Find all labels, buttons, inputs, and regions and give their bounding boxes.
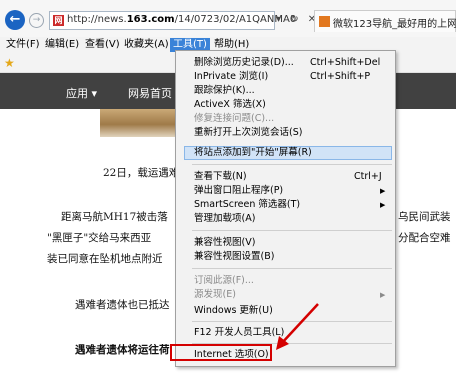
menu-item-delete-history[interactable]: 删除浏览历史记录(D)... (194, 57, 294, 69)
article-paragraph-2c: 装已同意在坠机地点附近 (47, 253, 163, 265)
shortcut-delete-history: Ctrl+Shift+Del (310, 57, 381, 68)
menu-item-compat-view[interactable]: 兼容性视图(V) (194, 237, 255, 249)
url-text: http://news.163.com/14/0723/02/A1QANMA0 (67, 14, 296, 25)
forward-arrow-icon[interactable]: → (29, 13, 44, 28)
article-paragraph-2a: 距离马航MH17被击落 (61, 211, 168, 223)
menu-item-feed-discovery: 源发现(E) (194, 289, 236, 300)
article-paragraph-2b-tail: 分配合空难 (398, 232, 451, 244)
menu-item-windows-update[interactable]: Windows 更新(U) (194, 305, 273, 317)
menu-item-tracking-protection[interactable]: 跟踪保护(K)... (194, 85, 255, 97)
submenu-arrow-icon: ▶ (380, 187, 386, 195)
submenu-arrow-icon: ▶ (380, 201, 386, 209)
menu-item-manage-addons[interactable]: 管理加载项(A) (194, 213, 255, 225)
menu-item-add-to-start[interactable]: 将站点添加到"开始"屏幕(R) (194, 147, 312, 159)
menu-separator (192, 268, 392, 269)
menu-item-subscribe-feed: 订阅此源(F)... (194, 275, 254, 286)
menu-item-f12-devtools[interactable]: F12 开发人员工具(L) (194, 327, 284, 339)
highlight-annotation-box (170, 344, 272, 361)
menu-item-popup-blocker[interactable]: 弹出窗口阻止程序(P) (194, 185, 283, 197)
menu-separator (192, 230, 392, 231)
tools-dropdown-menu: 删除浏览历史记录(D)... Ctrl+Shift+Del InPrivate … (175, 50, 396, 367)
menu-item-activex-filtering[interactable]: ActiveX 筛选(X) (194, 99, 266, 111)
menu-edit[interactable]: 编辑(E) (45, 38, 79, 52)
menu-item-fix-connection: 修复连接问题(C)... (194, 113, 275, 124)
browser-tab[interactable]: 微软123导航_最好用的上网导航 (314, 10, 456, 32)
submenu-arrow-icon: ▶ (380, 291, 386, 299)
menu-item-reopen-session[interactable]: 重新打开上次浏览会话(S) (194, 127, 302, 139)
shortcut-inprivate: Ctrl+Shift+P (310, 71, 371, 82)
url-prefix: http://news. (67, 14, 127, 25)
tab-title: 微软123导航_最好用的上网导航 (333, 19, 456, 30)
menu-favorites[interactable]: 收藏夹(A) (124, 38, 169, 52)
url-domain: 163.com (126, 14, 175, 25)
site-favicon-icon: 网 (53, 15, 64, 26)
menu-separator (192, 321, 392, 322)
menu-item-inprivate[interactable]: InPrivate 浏览(I) (194, 71, 268, 83)
nav-home-link[interactable]: 网易首页 (128, 85, 172, 101)
menu-item-compat-settings[interactable]: 兼容性视图设置(B) (194, 251, 274, 263)
article-paragraph-4: 遇难者遗体将运往荷 (75, 344, 170, 356)
menu-file[interactable]: 文件(F) (6, 38, 40, 52)
menu-item-view-downloads[interactable]: 查看下载(N) (194, 171, 247, 183)
favorites-star-icon[interactable]: ★ (4, 56, 15, 70)
menu-view[interactable]: 查看(V) (85, 38, 120, 52)
article-paragraph-2a-tail: 乌民间武装 (398, 211, 451, 223)
nav-apps-menu[interactable]: 应用 ▾ (66, 85, 97, 101)
address-bar-row: ← → 网 http://news.163.com/14/0723/02/A1Q… (0, 0, 456, 38)
shortcut-view-downloads: Ctrl+J (354, 171, 382, 182)
url-action-icons[interactable]: ▾ ↻ ✕ (276, 14, 319, 25)
article-paragraph-3: 遇难者遗体也已抵达 (75, 299, 170, 311)
tab-favicon-icon (319, 16, 330, 27)
back-arrow-icon[interactable]: ← (5, 10, 25, 30)
article-image (100, 109, 175, 137)
menu-separator (192, 164, 392, 165)
url-field[interactable]: 网 http://news.163.com/14/0723/02/A1QANMA… (49, 11, 296, 30)
article-paragraph-2b: "黑匣子"交给马来西亚 (47, 232, 152, 244)
menu-item-smartscreen[interactable]: SmartScreen 筛选器(T) (194, 199, 300, 211)
